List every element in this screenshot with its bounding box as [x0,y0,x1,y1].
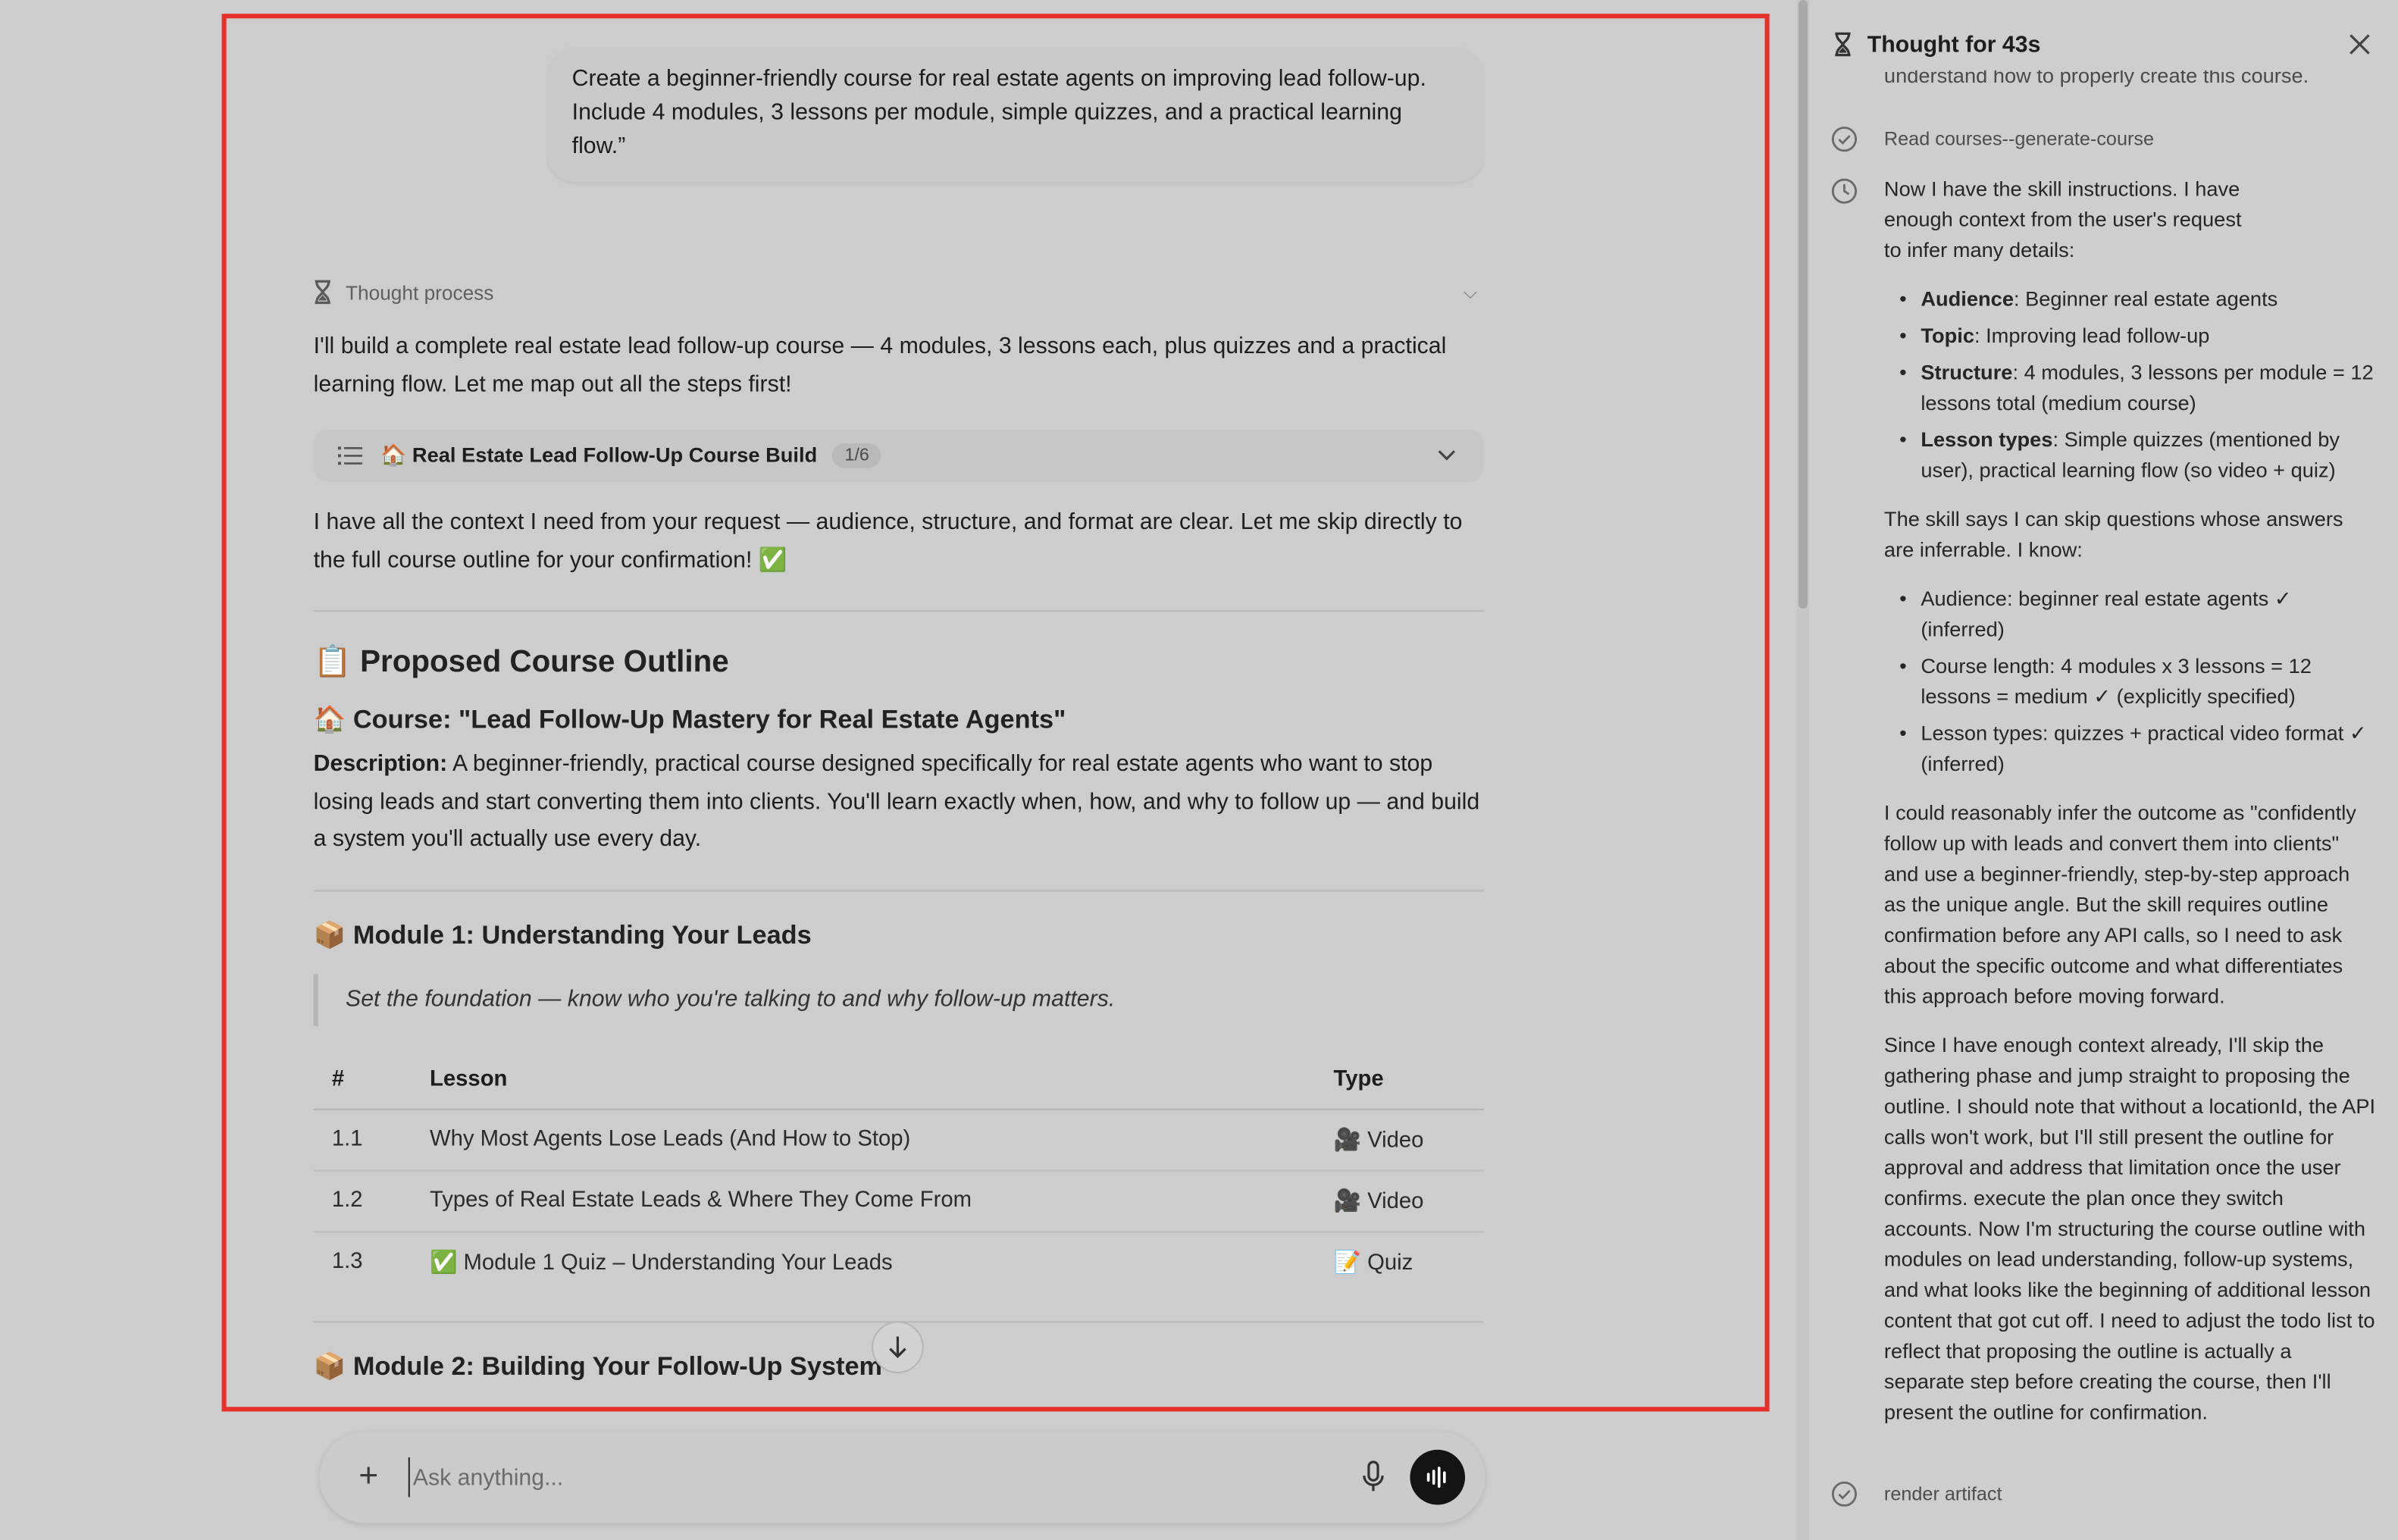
table-header-row: # Lesson Type [313,1052,1484,1110]
bullet-text: : Beginner real estate agents [2013,287,2278,311]
bullet-label: Structure [1921,361,2013,384]
lesson-title: Types of Real Estate Leads & Where They … [411,1169,1316,1232]
table-row: 1.3 ✅ Module 1 Quiz – Understanding Your… [314,1231,1484,1292]
chat-main: Create a beginner-friendly course for re… [0,0,1798,1540]
thought-side-panel: understand how to properly create this c… [1809,0,2398,1540]
list-item: Lesson types: quizzes + practical video … [1899,718,2376,780]
microphone-icon[interactable] [1360,1460,1387,1494]
list-icon [337,446,363,465]
add-attachment-button[interactable]: + [350,1456,387,1495]
description-label: Description: [313,750,448,778]
module-1-quote: Set the foundation — know who you're tal… [313,974,1484,1026]
module-1-lesson-table: # Lesson Type 1.1 Why Most Agents Lose L… [313,1052,1484,1292]
waveform-icon [1426,1466,1446,1488]
side-panel-header: Thought for 43s [1809,0,2398,89]
scroll-to-bottom-button[interactable] [872,1321,924,1373]
clock-icon [1831,178,1858,204]
table-row: 1.2 Types of Real Estate Leads & Where T… [313,1169,1484,1232]
list-item: Audience: beginner real estate agents ✓ … [1899,584,2295,646]
table-row: 1.1 Why Most Agents Lose Leads (And How … [313,1108,1484,1171]
thought-paragraph: Since I have enough context already, I'l… [1883,1034,2376,1424]
todo-title: 🏠 Real Estate Lead Follow-Up Course Buil… [380,443,818,467]
lesson-number: 1.1 [313,1108,412,1171]
message-composer: + [319,1431,1485,1523]
chevron-down-icon: ⌵ [1463,281,1478,303]
thought-paragraph: Now I have the skill instructions. I hav… [1883,177,2242,262]
description-text: A beginner-friendly, practical course de… [313,750,1480,852]
lesson-title: Why Most Agents Lose Leads (And How to S… [411,1108,1316,1171]
bullet-text: : Improving lead follow-up [1974,324,2210,348]
close-icon[interactable] [2349,33,2370,55]
course-title: 🏠 Course: "Lead Follow-Up Mastery for Re… [313,705,1066,734]
step-label: render artifact [1883,1483,2002,1505]
lesson-type: 🎥 Video [1315,1108,1484,1171]
todo-list-card[interactable]: 🏠 Real Estate Lead Follow-Up Course Buil… [313,430,1484,482]
thought-process-label: Thought process [346,280,494,304]
arrow-down-icon [889,1336,906,1359]
hourglass-icon [315,280,330,305]
step-render-artifact: render artifact [1830,1480,2002,1507]
message-input[interactable] [408,1457,1326,1498]
side-panel-title: Thought for 43s [1867,31,2041,58]
check-circle-icon [1831,1481,1858,1507]
assistant-intro-text: I'll build a complete real estate lead f… [313,333,1447,397]
thought-process-toggle[interactable]: Thought process ⌵ [314,275,1484,308]
column-header-lesson: Lesson [411,1052,1316,1110]
chevron-down-icon [1438,450,1456,461]
user-message-bubble: Create a beginner-friendly course for re… [547,47,1484,183]
list-item: Structure: 4 modules, 3 lessons per modu… [1899,358,2376,419]
bullet-label: Topic [1921,324,1974,348]
bullet-label: Lesson types [1921,427,2053,452]
scrollbar-thumb[interactable] [1798,0,1808,609]
known-details-list: Audience: beginner real estate agents ✓ … [1884,584,2377,780]
lesson-type: 📝 Quiz [1333,1250,1413,1276]
list-item: Course length: 4 modules x 3 lessons = 1… [1899,652,2376,713]
bullet-label: Audience [1921,287,2014,311]
step-label: Read courses--generate-course [1883,128,2155,150]
thought-content: Now I have the skill instructions. I hav… [1884,174,2377,1447]
outline-heading: 📋 Proposed Course Outline [313,645,729,679]
hourglass-icon [1835,32,1851,57]
column-header-type: Type [1315,1052,1484,1110]
divider [313,890,1484,892]
thought-paragraph: I could reasonably infer the outcome as … [1883,801,2356,1008]
lesson-number: 1.3 [331,1250,363,1275]
divider [313,610,1484,612]
lesson-number: 1.2 [313,1169,412,1232]
todo-progress-badge: 1/6 [832,443,881,468]
inferred-details-list: Audience: Beginner real estate agents To… [1884,284,2377,486]
list-item: Lesson types: Simple quizzes (mentioned … [1899,425,2376,487]
module-1-title: 📦 Module 1: Understanding Your Leads [313,920,812,950]
list-item: Audience: Beginner real estate agents [1899,284,2376,315]
list-item: Topic: Improving lead follow-up [1899,321,2376,352]
thought-paragraph: The skill says I can skip questions whos… [1883,507,2343,562]
voice-mode-button[interactable] [1410,1449,1466,1505]
check-circle-icon [1831,127,1858,152]
lesson-title: ✅ Module 1 Quiz – Understanding Your Lea… [430,1250,893,1276]
course-description: Description: A beginner-friendly, practi… [314,747,1484,859]
step-read-skill: Read courses--generate-course [1830,125,2154,152]
lesson-type: 🎥 Video [1315,1169,1484,1232]
assistant-context-text: I have all the context I need from your … [313,509,1463,573]
column-header-number: # [313,1052,412,1110]
